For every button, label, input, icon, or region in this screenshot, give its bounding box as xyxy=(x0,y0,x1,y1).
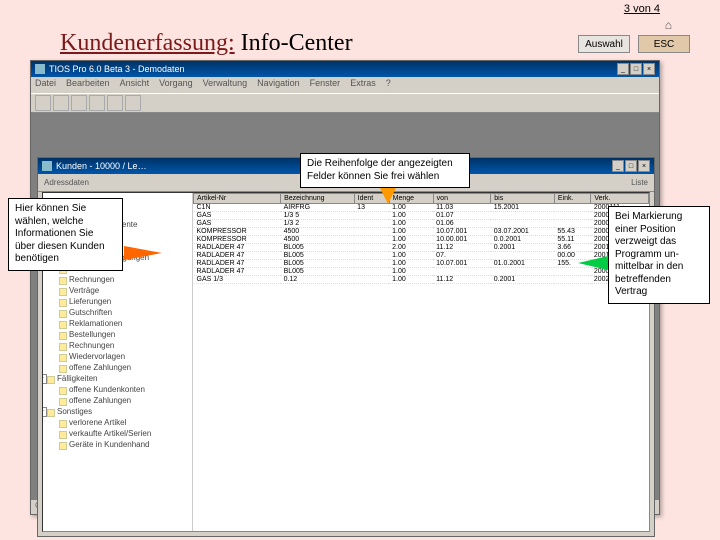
toolbar-button[interactable] xyxy=(53,95,69,111)
tree-node[interactable]: Reklamationen xyxy=(45,318,190,329)
minimize-icon[interactable]: _ xyxy=(612,160,624,172)
tree-node[interactable]: verlorene Artikel xyxy=(45,417,190,428)
toolbar xyxy=(31,93,659,113)
arrow-right-icon xyxy=(124,246,162,260)
tree-node[interactable]: Geräte in Kundenhand xyxy=(45,439,190,450)
menu-item[interactable]: Bearbeiten xyxy=(66,78,110,92)
menu-item[interactable]: Fenster xyxy=(310,78,341,92)
table-row[interactable]: C1NAIRFRG131.0011.0315.20012000111 xyxy=(194,204,649,212)
esc-button[interactable]: ESC xyxy=(638,35,690,53)
tree-node[interactable]: Lieferungen xyxy=(45,296,190,307)
tree-node[interactable]: offene Zahlungen xyxy=(45,395,190,406)
menu-item[interactable]: Navigation xyxy=(257,78,300,92)
table-row[interactable]: KOMPRESSOR45001.0010.00.0010.0.200155.11… xyxy=(194,236,649,244)
table-row[interactable]: RADLADER 47BL0052.0011.120.20013.6620012… xyxy=(194,244,649,252)
tab-adressdaten[interactable]: Adressdaten xyxy=(44,178,89,187)
home-icon[interactable]: ⌂ xyxy=(665,18,672,32)
column-header[interactable]: von xyxy=(433,194,491,204)
callout-right: Bei Markierung einer Position verzweigt … xyxy=(608,206,710,304)
child-content: DokumenteVerträgeDrucke/DokumenteVorgäng… xyxy=(42,192,650,532)
menu-item[interactable]: Extras xyxy=(350,78,376,92)
child-icon xyxy=(42,161,52,171)
maximize-icon[interactable]: □ xyxy=(630,63,642,75)
column-header[interactable]: Bezeichnung xyxy=(281,194,355,204)
menu-item[interactable]: Verwaltung xyxy=(203,78,248,92)
auswahl-button[interactable]: Auswahl xyxy=(578,35,630,53)
minimize-icon[interactable]: _ xyxy=(617,63,629,75)
page-title: Kundenerfassung: Info-Center xyxy=(60,30,353,57)
tree-node[interactable]: Fälligkeiten xyxy=(45,373,190,384)
app-titlebar: TIOS Pro 6.0 Beta 3 - Demodaten _ □ × xyxy=(31,61,659,77)
column-header[interactable]: Artikel-Nr xyxy=(194,194,281,204)
tree-node[interactable]: Rechnungen xyxy=(45,274,190,285)
app-window: TIOS Pro 6.0 Beta 3 - Demodaten _ □ × Da… xyxy=(30,60,660,515)
close-icon[interactable]: × xyxy=(643,63,655,75)
table-row[interactable]: GAS1/3 21.0001.0620001111 xyxy=(194,220,649,228)
maximize-icon[interactable]: □ xyxy=(625,160,637,172)
toolbar-button[interactable] xyxy=(107,95,123,111)
page-indicator: 3 von 4 xyxy=(624,3,660,15)
child-title: Kunden - 10000 / Le… xyxy=(56,161,147,171)
app-title: TIOS Pro 6.0 Beta 3 - Demodaten xyxy=(49,64,185,74)
tree-node[interactable]: Rechnungen xyxy=(45,340,190,351)
tree-node[interactable]: verkaufte Artikel/Serien xyxy=(45,428,190,439)
arrow-left-icon xyxy=(578,256,608,270)
tab-liste[interactable]: Liste xyxy=(631,178,648,187)
callout-top: Die Reihenfolge der angezeigten Felder k… xyxy=(300,153,470,188)
column-header[interactable]: bis xyxy=(491,194,555,204)
callout-left: Hier können Sie wählen, welche Informati… xyxy=(8,198,123,271)
table-row[interactable]: GAS 1/30.121.0011.120.200120020111 xyxy=(194,276,649,284)
table-row[interactable]: GAS1/3 51.0001.0720001111 xyxy=(194,212,649,220)
brand-vertical: Arkade Software xyxy=(0,380,2,530)
column-header[interactable]: Eink. xyxy=(554,194,590,204)
toolbar-button[interactable] xyxy=(125,95,141,111)
toolbar-button[interactable] xyxy=(89,95,105,111)
tree-node[interactable]: Verträge xyxy=(45,285,190,296)
close-icon[interactable]: × xyxy=(638,160,650,172)
tree-node[interactable]: Bestellungen xyxy=(45,329,190,340)
tree-node[interactable]: Gutschriften xyxy=(45,307,190,318)
toolbar-button[interactable] xyxy=(71,95,87,111)
menu-item[interactable]: Ansicht xyxy=(120,78,150,92)
menu-item[interactable]: Vorgang xyxy=(159,78,193,92)
column-header[interactable]: Verk. xyxy=(591,194,649,204)
tree-node[interactable]: offene Kundenkonten xyxy=(45,384,190,395)
tree-node[interactable]: offene Zahlungen xyxy=(45,362,190,373)
menubar: Datei Bearbeiten Ansicht Vorgang Verwaltung N… xyxy=(31,77,659,93)
menu-item[interactable]: Datei xyxy=(35,78,56,92)
tree-node[interactable]: Wiedervorlagen xyxy=(45,351,190,362)
tree-node[interactable]: Sonstiges xyxy=(45,406,190,417)
menu-item[interactable]: ? xyxy=(386,78,391,92)
toolbar-button[interactable] xyxy=(35,95,51,111)
child-window: Kunden - 10000 / Le… _ □ × Adressdaten L… xyxy=(37,157,655,537)
app-icon xyxy=(35,64,45,74)
table-row[interactable]: KOMPRESSOR45001.0010.07.00103.07.200155.… xyxy=(194,228,649,236)
data-grid[interactable]: Artikel-NrBezeichnungIdentMengevonbisEin… xyxy=(193,193,649,531)
arrow-down-icon xyxy=(380,188,396,204)
